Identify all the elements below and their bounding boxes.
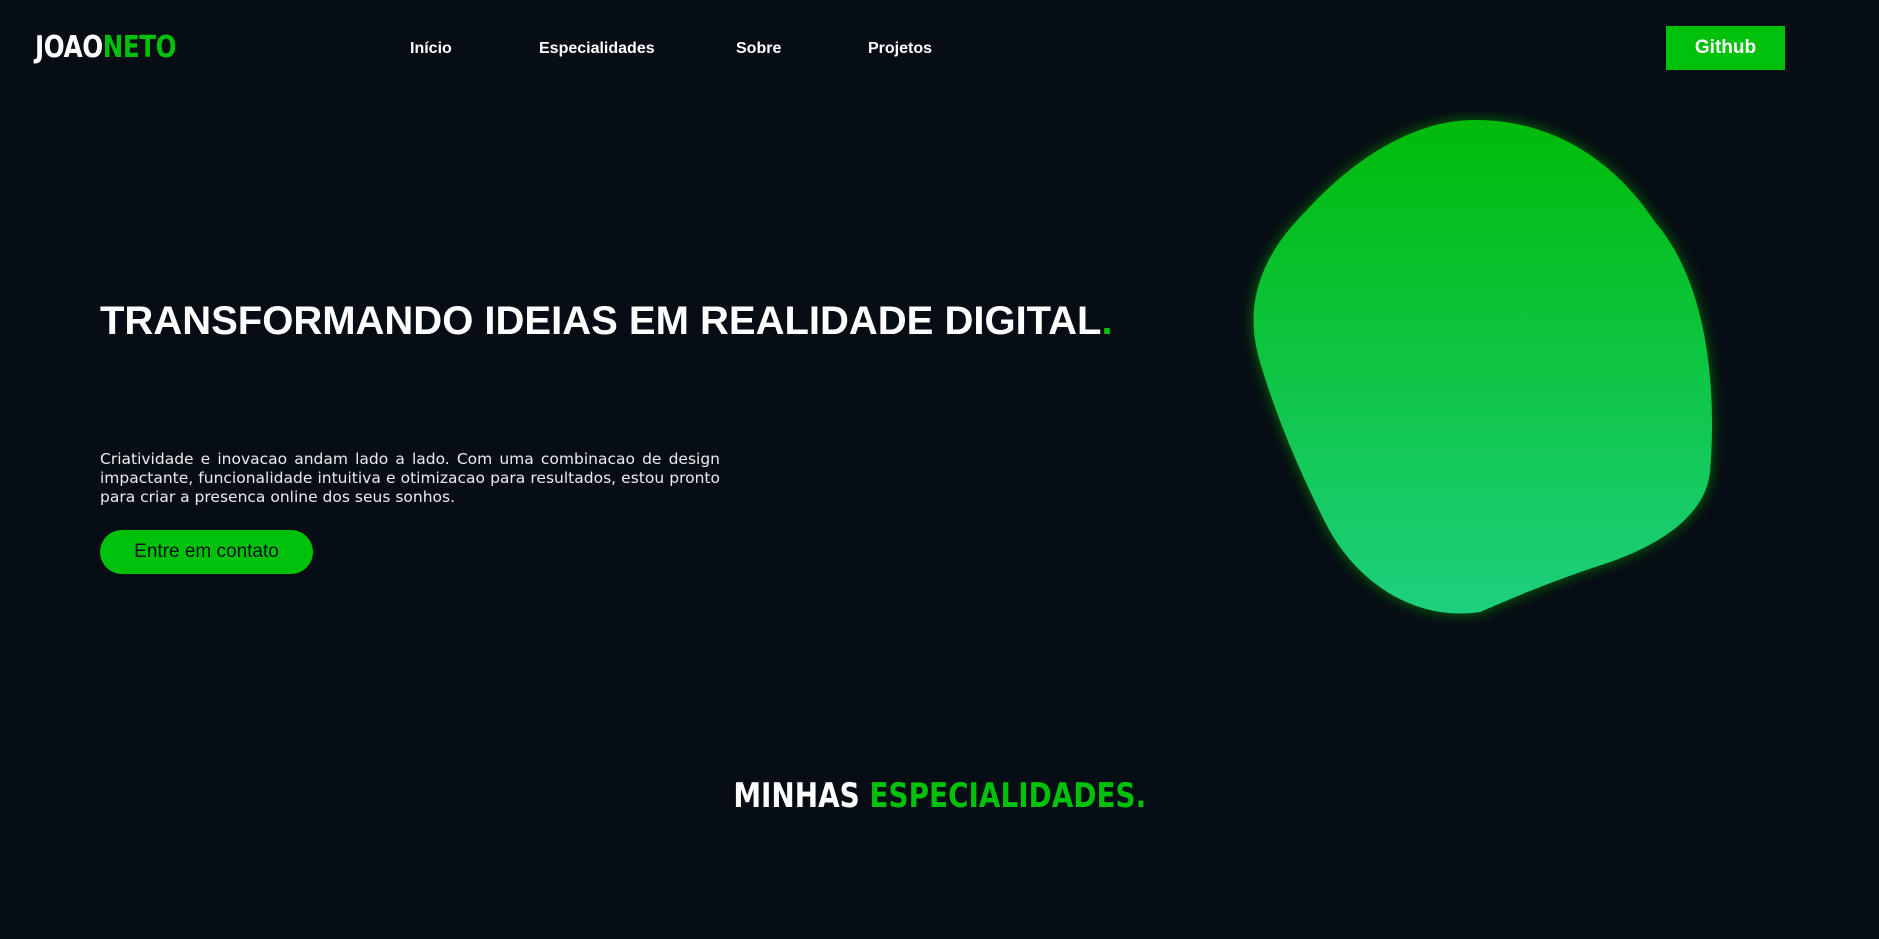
nav-item-especialidades[interactable]: Especialidades: [539, 40, 655, 58]
github-button[interactable]: Github: [1666, 26, 1785, 70]
hero-title-dot: .: [1101, 299, 1113, 343]
main-nav: Início Especialidades Sobre Projetos: [0, 40, 1000, 62]
contact-button[interactable]: Entre em contato: [100, 530, 313, 574]
hero-description: Criatividade e inovacao andam lado a lad…: [100, 450, 720, 506]
nav-item-inicio[interactable]: Início: [410, 40, 452, 58]
page: JOAONETO Início Especialidades Sobre Pro…: [0, 0, 1879, 939]
specialties-title: MINHAS ESPECIALIDADES.: [0, 776, 1879, 816]
specialties-title-part2: ESPECIALIDADES.: [869, 776, 1146, 816]
hero-blob-image: [1253, 120, 1712, 614]
hero-title-text: TRANSFORMANDO IDEIAS EM REALIDADE DIGITA…: [100, 299, 1102, 343]
specialties-title-part1: MINHAS: [733, 776, 860, 816]
nav-item-sobre[interactable]: Sobre: [736, 40, 781, 58]
nav-item-projetos[interactable]: Projetos: [868, 40, 932, 58]
hero-title: TRANSFORMANDO IDEIAS EM REALIDADE DIGITA…: [100, 299, 1113, 344]
blob-shape: [1253, 120, 1712, 614]
